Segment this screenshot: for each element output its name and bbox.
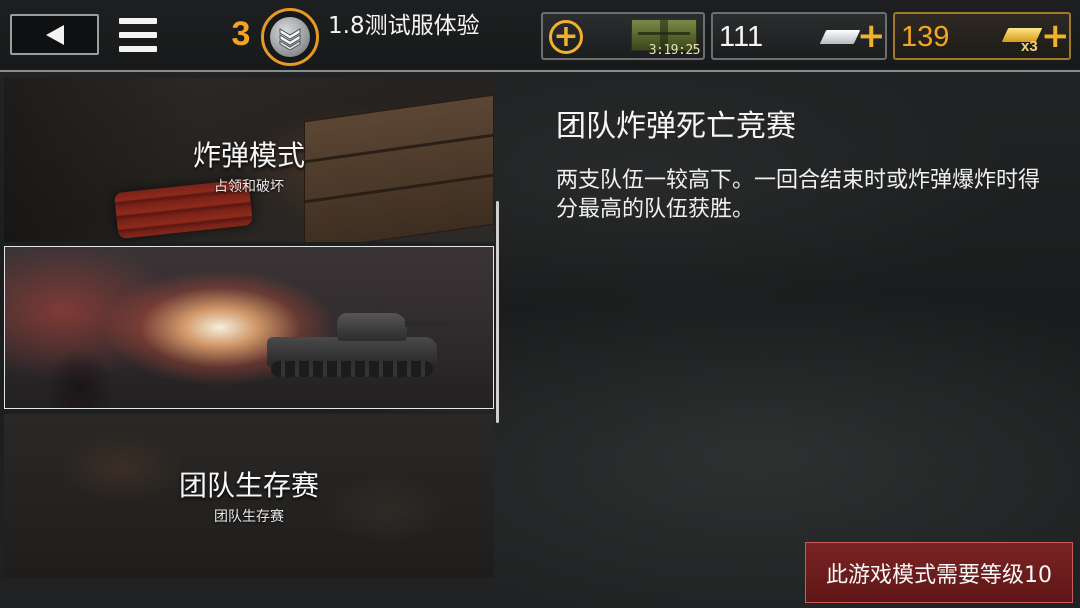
- add-gold-plus-icon[interactable]: +: [1041, 19, 1070, 53]
- mode-card-team-bomb-selected[interactable]: [4, 246, 494, 409]
- mode-detail-title: 团队炸弹死亡竞赛: [556, 109, 796, 144]
- crate-timer: 3:19:25: [648, 43, 701, 58]
- silver-bar-icon: [819, 30, 861, 44]
- tank-art: [267, 307, 449, 377]
- mode-list-scrollbar[interactable]: [496, 201, 499, 423]
- gold-amount: 139: [901, 21, 950, 53]
- gold-currency[interactable]: 139 x3 +: [893, 12, 1071, 60]
- back-button[interactable]: [10, 14, 99, 55]
- mode-card-bomb[interactable]: 炸弹模式 占领和破坏: [4, 78, 494, 242]
- game-mode-screen: 3 1.8测试服体验 + 3:19:25 111 + 139 x3 + 炸弹模式…: [0, 0, 1080, 608]
- mode-detail-description: 两支队伍一较高下。一回合结束时或炸弹爆炸时得分最高的队伍获胜。: [556, 168, 1041, 222]
- gold-multiplier: x3: [1021, 38, 1038, 55]
- rank-level: 3: [231, 15, 251, 53]
- rank-chevron-icon: [279, 28, 301, 50]
- mode-title: 团队生存赛: [178, 469, 319, 502]
- back-arrow-icon: [45, 24, 64, 45]
- add-circle-icon[interactable]: +: [549, 20, 583, 54]
- mode-title: 炸弹模式: [192, 139, 305, 172]
- silver-amount: 111: [719, 21, 764, 53]
- silver-currency[interactable]: 111 +: [711, 12, 887, 60]
- mode-subtitle: 团队生存赛: [214, 509, 284, 525]
- mode-card-survival[interactable]: 团队生存赛 团队生存赛: [4, 414, 494, 578]
- rank-badge[interactable]: [261, 8, 319, 66]
- hamburger-menu-icon[interactable]: [119, 16, 157, 54]
- top-bar: 3 1.8测试服体验 + 3:19:25 111 + 139 x3 +: [0, 0, 1080, 72]
- server-title: 1.8测试服体验: [328, 13, 480, 39]
- mode-subtitle: 占领和破坏: [214, 179, 284, 195]
- soldiers-art: [35, 342, 125, 408]
- level-requirement-button[interactable]: 此游戏模式需要等级10: [805, 542, 1073, 603]
- add-silver-plus-icon[interactable]: +: [857, 19, 886, 53]
- crate-slot[interactable]: + 3:19:25: [541, 12, 705, 60]
- mode-list: 炸弹模式 占领和破坏 团队生存赛 团队生存赛: [0, 74, 500, 608]
